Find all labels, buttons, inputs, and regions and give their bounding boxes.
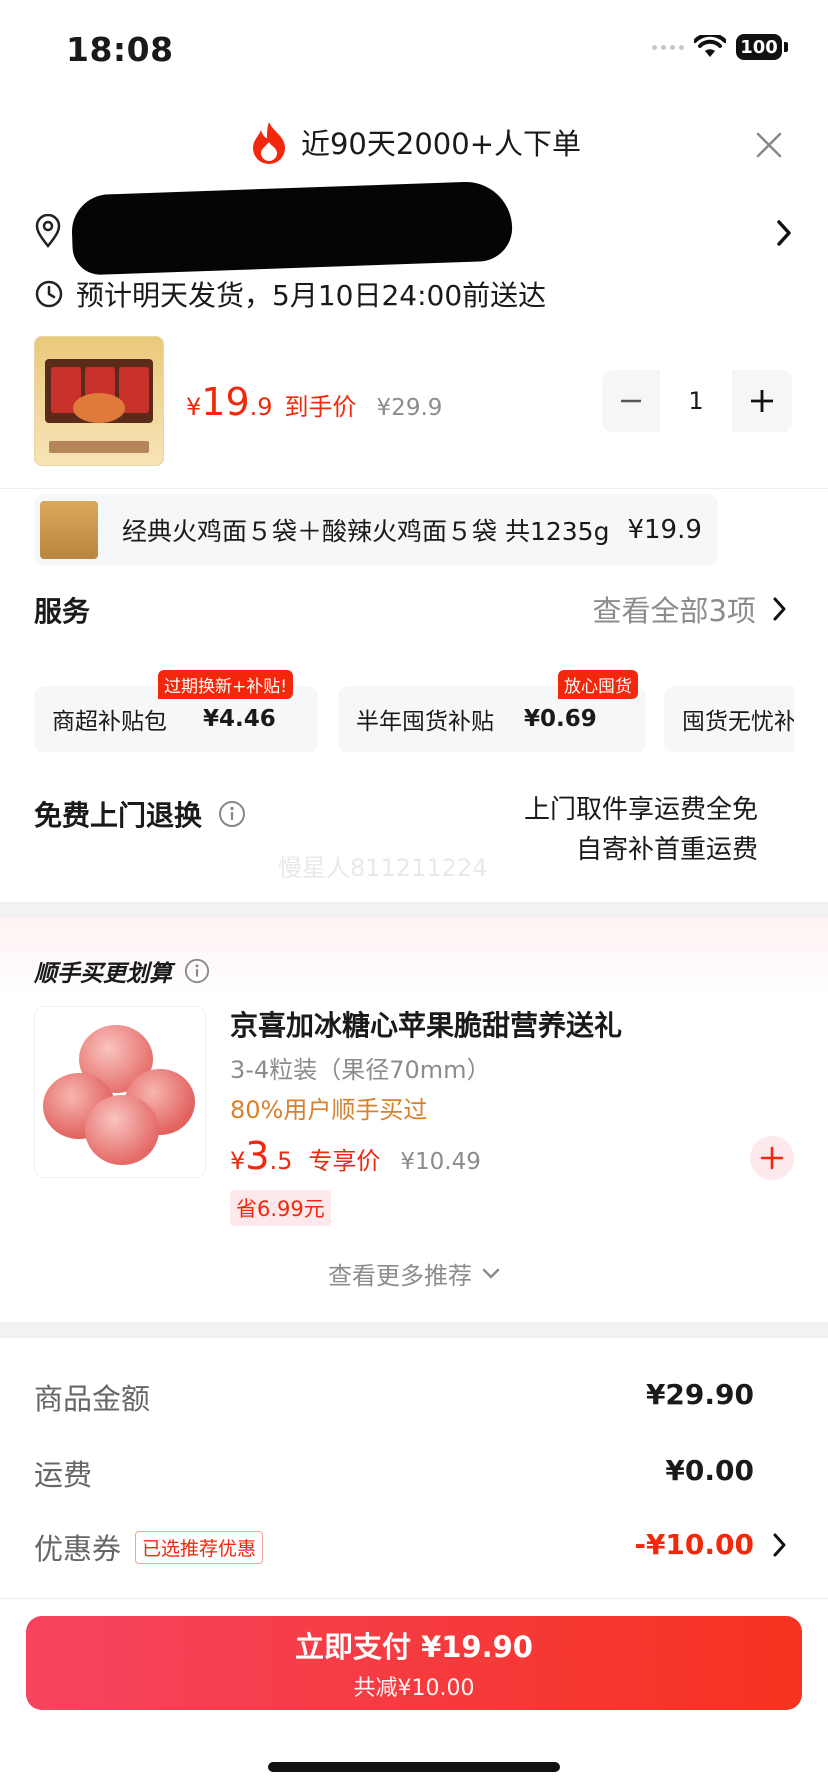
- fire-icon: [252, 122, 285, 164]
- plus-icon: [760, 1146, 784, 1170]
- product-image[interactable]: [34, 336, 164, 466]
- service-tag: 放心囤货: [558, 670, 638, 699]
- service-title: 服务: [34, 595, 91, 628]
- free-return-title: 免费上门退换: [34, 799, 203, 832]
- chevron-right-icon: [773, 597, 786, 621]
- watermark: 慢星人811211224: [278, 854, 488, 882]
- address-redaction: [70, 180, 514, 276]
- decrease-button[interactable]: [602, 370, 660, 432]
- address-row[interactable]: [34, 180, 794, 276]
- quantity-stepper: 1: [602, 370, 794, 432]
- location-pin-icon: [35, 214, 61, 248]
- quantity-value[interactable]: 1: [660, 370, 732, 432]
- coupon-value: -¥10.00: [634, 1528, 754, 1561]
- recommend-header: 顺手买更划算: [34, 954, 210, 988]
- price-integer: 19: [201, 380, 250, 424]
- pay-now-label: 立即支付 ¥19.90: [294, 1630, 533, 1664]
- goods-amount-label: 商品金额: [34, 1382, 151, 1416]
- free-return-line1: 上门取件享运费全免: [523, 795, 758, 825]
- battery-icon: 100: [736, 34, 782, 60]
- recommend-price: ¥ 3 .5 专享价 ¥10.49: [230, 1134, 481, 1178]
- free-return-line2: 自寄补首重运费: [575, 835, 758, 865]
- section-divider: [0, 1322, 828, 1338]
- battery-tip: [784, 42, 788, 52]
- status-time: 18:08: [66, 30, 174, 69]
- chevron-down-icon: [482, 1268, 500, 1279]
- clock-icon: [35, 280, 63, 308]
- home-indicator: [268, 1762, 560, 1772]
- close-icon[interactable]: [754, 130, 784, 160]
- price-currency: ¥: [186, 393, 202, 421]
- service-tag: 过期换新+补贴!: [158, 670, 294, 699]
- wifi-icon: [694, 35, 726, 57]
- freight-value: ¥0.00: [665, 1454, 754, 1487]
- section-divider: [0, 902, 828, 918]
- coupon-value-row[interactable]: -¥10.00: [634, 1528, 788, 1561]
- price-currency: ¥: [230, 1147, 246, 1175]
- signal-icon: [652, 44, 684, 50]
- view-more-recommend[interactable]: 查看更多推荐: [0, 1256, 828, 1291]
- original-price: ¥10.49: [400, 1149, 481, 1175]
- product-price: ¥ 19 .9 到手价 ¥29.9: [186, 380, 442, 424]
- recommend-title: 顺手买更划算: [34, 961, 172, 987]
- price-label: 到手价: [284, 393, 357, 421]
- plus-icon: [751, 390, 773, 412]
- recommend-product-name[interactable]: 京喜加冰糖心苹果脆甜营养送礼: [230, 1004, 622, 1044]
- add-to-cart-button[interactable]: [750, 1136, 794, 1180]
- variant-thumbnail: [40, 501, 98, 559]
- coupon-tag: 已选推荐优惠: [135, 1530, 264, 1564]
- section-divider-line: [0, 488, 828, 489]
- service-name: 囤货无忧补: [682, 709, 794, 735]
- service-name: 半年囤货补贴: [356, 709, 494, 735]
- pay-now-button[interactable]: 立即支付 ¥19.90 共减¥10.00: [26, 1616, 802, 1710]
- coupon-row[interactable]: 优惠券 已选推荐优惠: [34, 1526, 264, 1568]
- variant-price: ¥19.9: [627, 515, 702, 545]
- variant-selector[interactable]: 经典火鸡面５袋＋酸辣火鸡面５袋 共1235g ¥19.9: [34, 494, 718, 566]
- price-decimal: .9: [249, 393, 273, 421]
- recommend-social-proof: 80%用户顺手买过: [230, 1096, 428, 1124]
- service-card-worry-free[interactable]: 囤货无忧补: [664, 686, 794, 752]
- view-all-label: 查看全部3项: [592, 594, 756, 628]
- view-more-label: 查看更多推荐: [328, 1262, 472, 1290]
- price-label: 专享价: [308, 1147, 381, 1175]
- service-price: ¥0.69: [524, 706, 597, 732]
- banner-text: 近90天2000+人下单: [300, 127, 581, 161]
- service-name: 商超补贴包: [52, 709, 167, 735]
- variant-text: 经典火鸡面５袋＋酸辣火鸡面５袋 共1235g: [122, 517, 610, 546]
- shipping-text: 预计明天发货，5月10日24:00前送达: [76, 279, 547, 312]
- shipping-estimate: 预计明天发货，5月10日24:00前送达: [34, 274, 546, 314]
- status-icons: 100: [652, 34, 788, 60]
- footer-divider-line: [0, 1598, 828, 1599]
- increase-button[interactable]: [732, 370, 792, 432]
- info-icon[interactable]: [218, 800, 246, 828]
- chevron-right-icon[interactable]: [774, 218, 794, 248]
- goods-amount-value: ¥29.90: [645, 1378, 754, 1411]
- freight-label: 运费: [34, 1458, 93, 1492]
- recommend-product-spec: 3-4粒装（果径70mm）: [230, 1056, 491, 1084]
- price-decimal: .5: [269, 1147, 293, 1175]
- free-return-row: 免费上门退换: [34, 794, 246, 834]
- minus-icon: [621, 399, 641, 403]
- chevron-right-icon: [773, 1533, 786, 1556]
- pay-discount-label: 共减¥10.00: [353, 1676, 475, 1701]
- service-card-hoard[interactable]: 放心囤货 半年囤货补贴 ¥0.69: [338, 670, 646, 752]
- original-price: ¥29.9: [376, 395, 443, 421]
- info-icon[interactable]: [184, 958, 210, 984]
- price-integer: 3: [245, 1134, 270, 1178]
- coupon-label: 优惠券: [34, 1532, 122, 1566]
- social-proof-banner: 近90天2000+人下单: [0, 120, 828, 164]
- service-card-subsidy[interactable]: 过期换新+补贴! 商超补贴包 ¥4.46: [34, 670, 318, 752]
- save-badge: 省6.99元: [230, 1190, 331, 1226]
- service-price: ¥4.46: [203, 706, 276, 732]
- recommend-product-image[interactable]: [34, 1006, 206, 1178]
- service-view-all[interactable]: 查看全部3项: [593, 588, 788, 630]
- free-return-details: 上门取件享运费全免 自寄补首重运费: [524, 790, 758, 870]
